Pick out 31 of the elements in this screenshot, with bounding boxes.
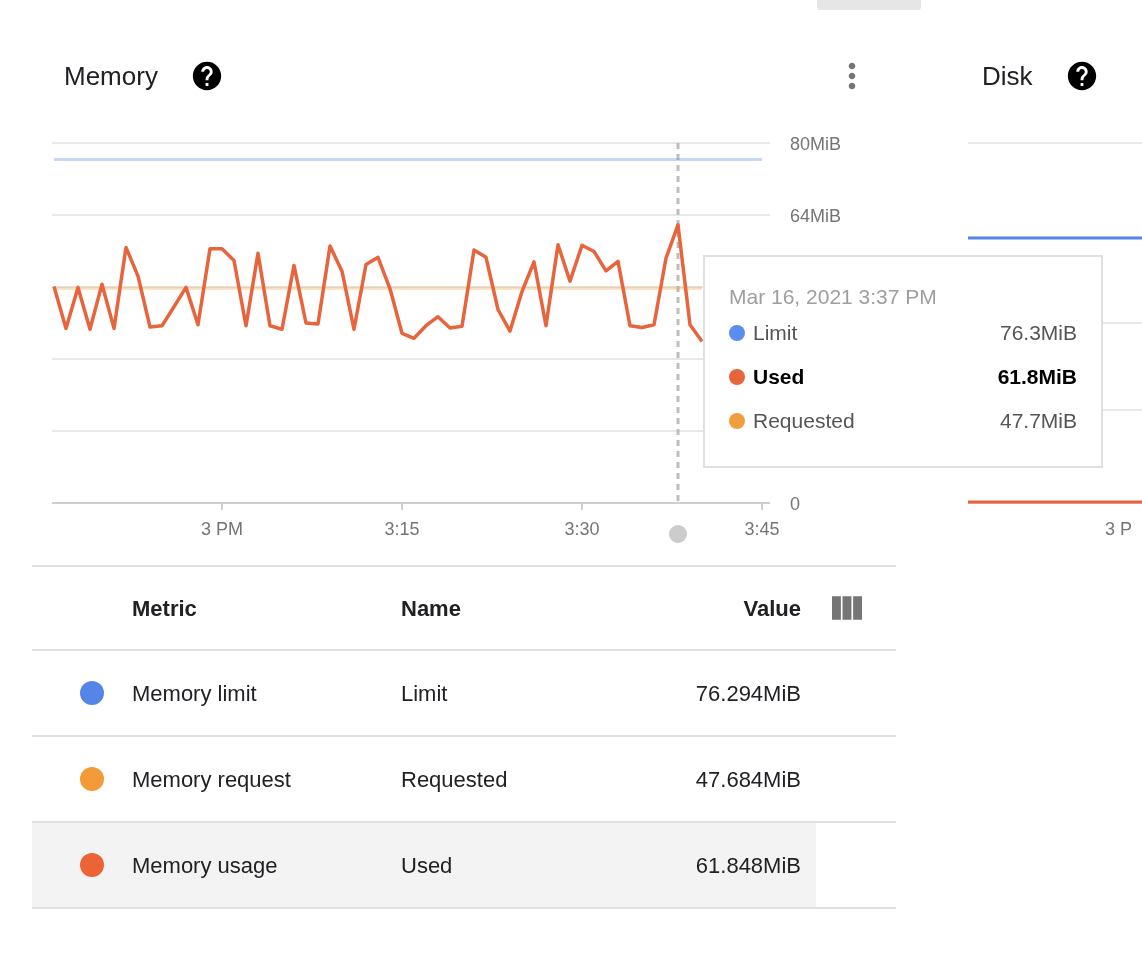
panel-title: Memory <box>64 59 158 93</box>
axis-label: 3 P <box>1105 519 1133 539</box>
series-label: Limit <box>753 320 798 347</box>
axis-label: 3:45 <box>744 519 780 539</box>
axis-label: 80MiB <box>790 134 842 154</box>
panel-title: Disk <box>982 59 1033 93</box>
table-cell-text: Limit <box>401 679 449 708</box>
tooltip-title: Mar 16, 2021 3:37 PM <box>729 284 938 310</box>
axis-label: 3:15 <box>384 519 420 539</box>
table-row[interactable]: Memory usage Used 61.848MiB <box>32 823 816 907</box>
table-cell-text: Memory request <box>132 765 292 794</box>
cursor-line[interactable] <box>669 143 687 543</box>
table-cell-text: Memory usage <box>132 851 279 880</box>
axis-label: 3:30 <box>564 519 600 539</box>
column-header: Metric <box>132 594 198 623</box>
table-cell-text: Requested <box>401 765 509 794</box>
column-header: Value <box>742 594 801 623</box>
axis-label: 64MiB <box>790 206 842 226</box>
series-value: 76.3MiB <box>999 320 1077 347</box>
series-value: 61.8MiB <box>997 364 1077 391</box>
axis-label: 0 <box>790 494 800 514</box>
series-value: 47.7MiB <box>999 408 1077 435</box>
table-cell-text: 47.684MiB <box>694 765 801 794</box>
series-label: Requested <box>753 408 855 435</box>
column-header: Name <box>401 594 462 623</box>
axis-label: 3 PM <box>201 519 243 539</box>
table-cell-text: Used <box>401 851 454 880</box>
table-cell-text: Memory limit <box>132 679 258 708</box>
table-cell-text: 61.848MiB <box>694 851 801 880</box>
series-label: Used <box>753 364 805 391</box>
table-cell-text: 76.294MiB <box>694 679 801 708</box>
